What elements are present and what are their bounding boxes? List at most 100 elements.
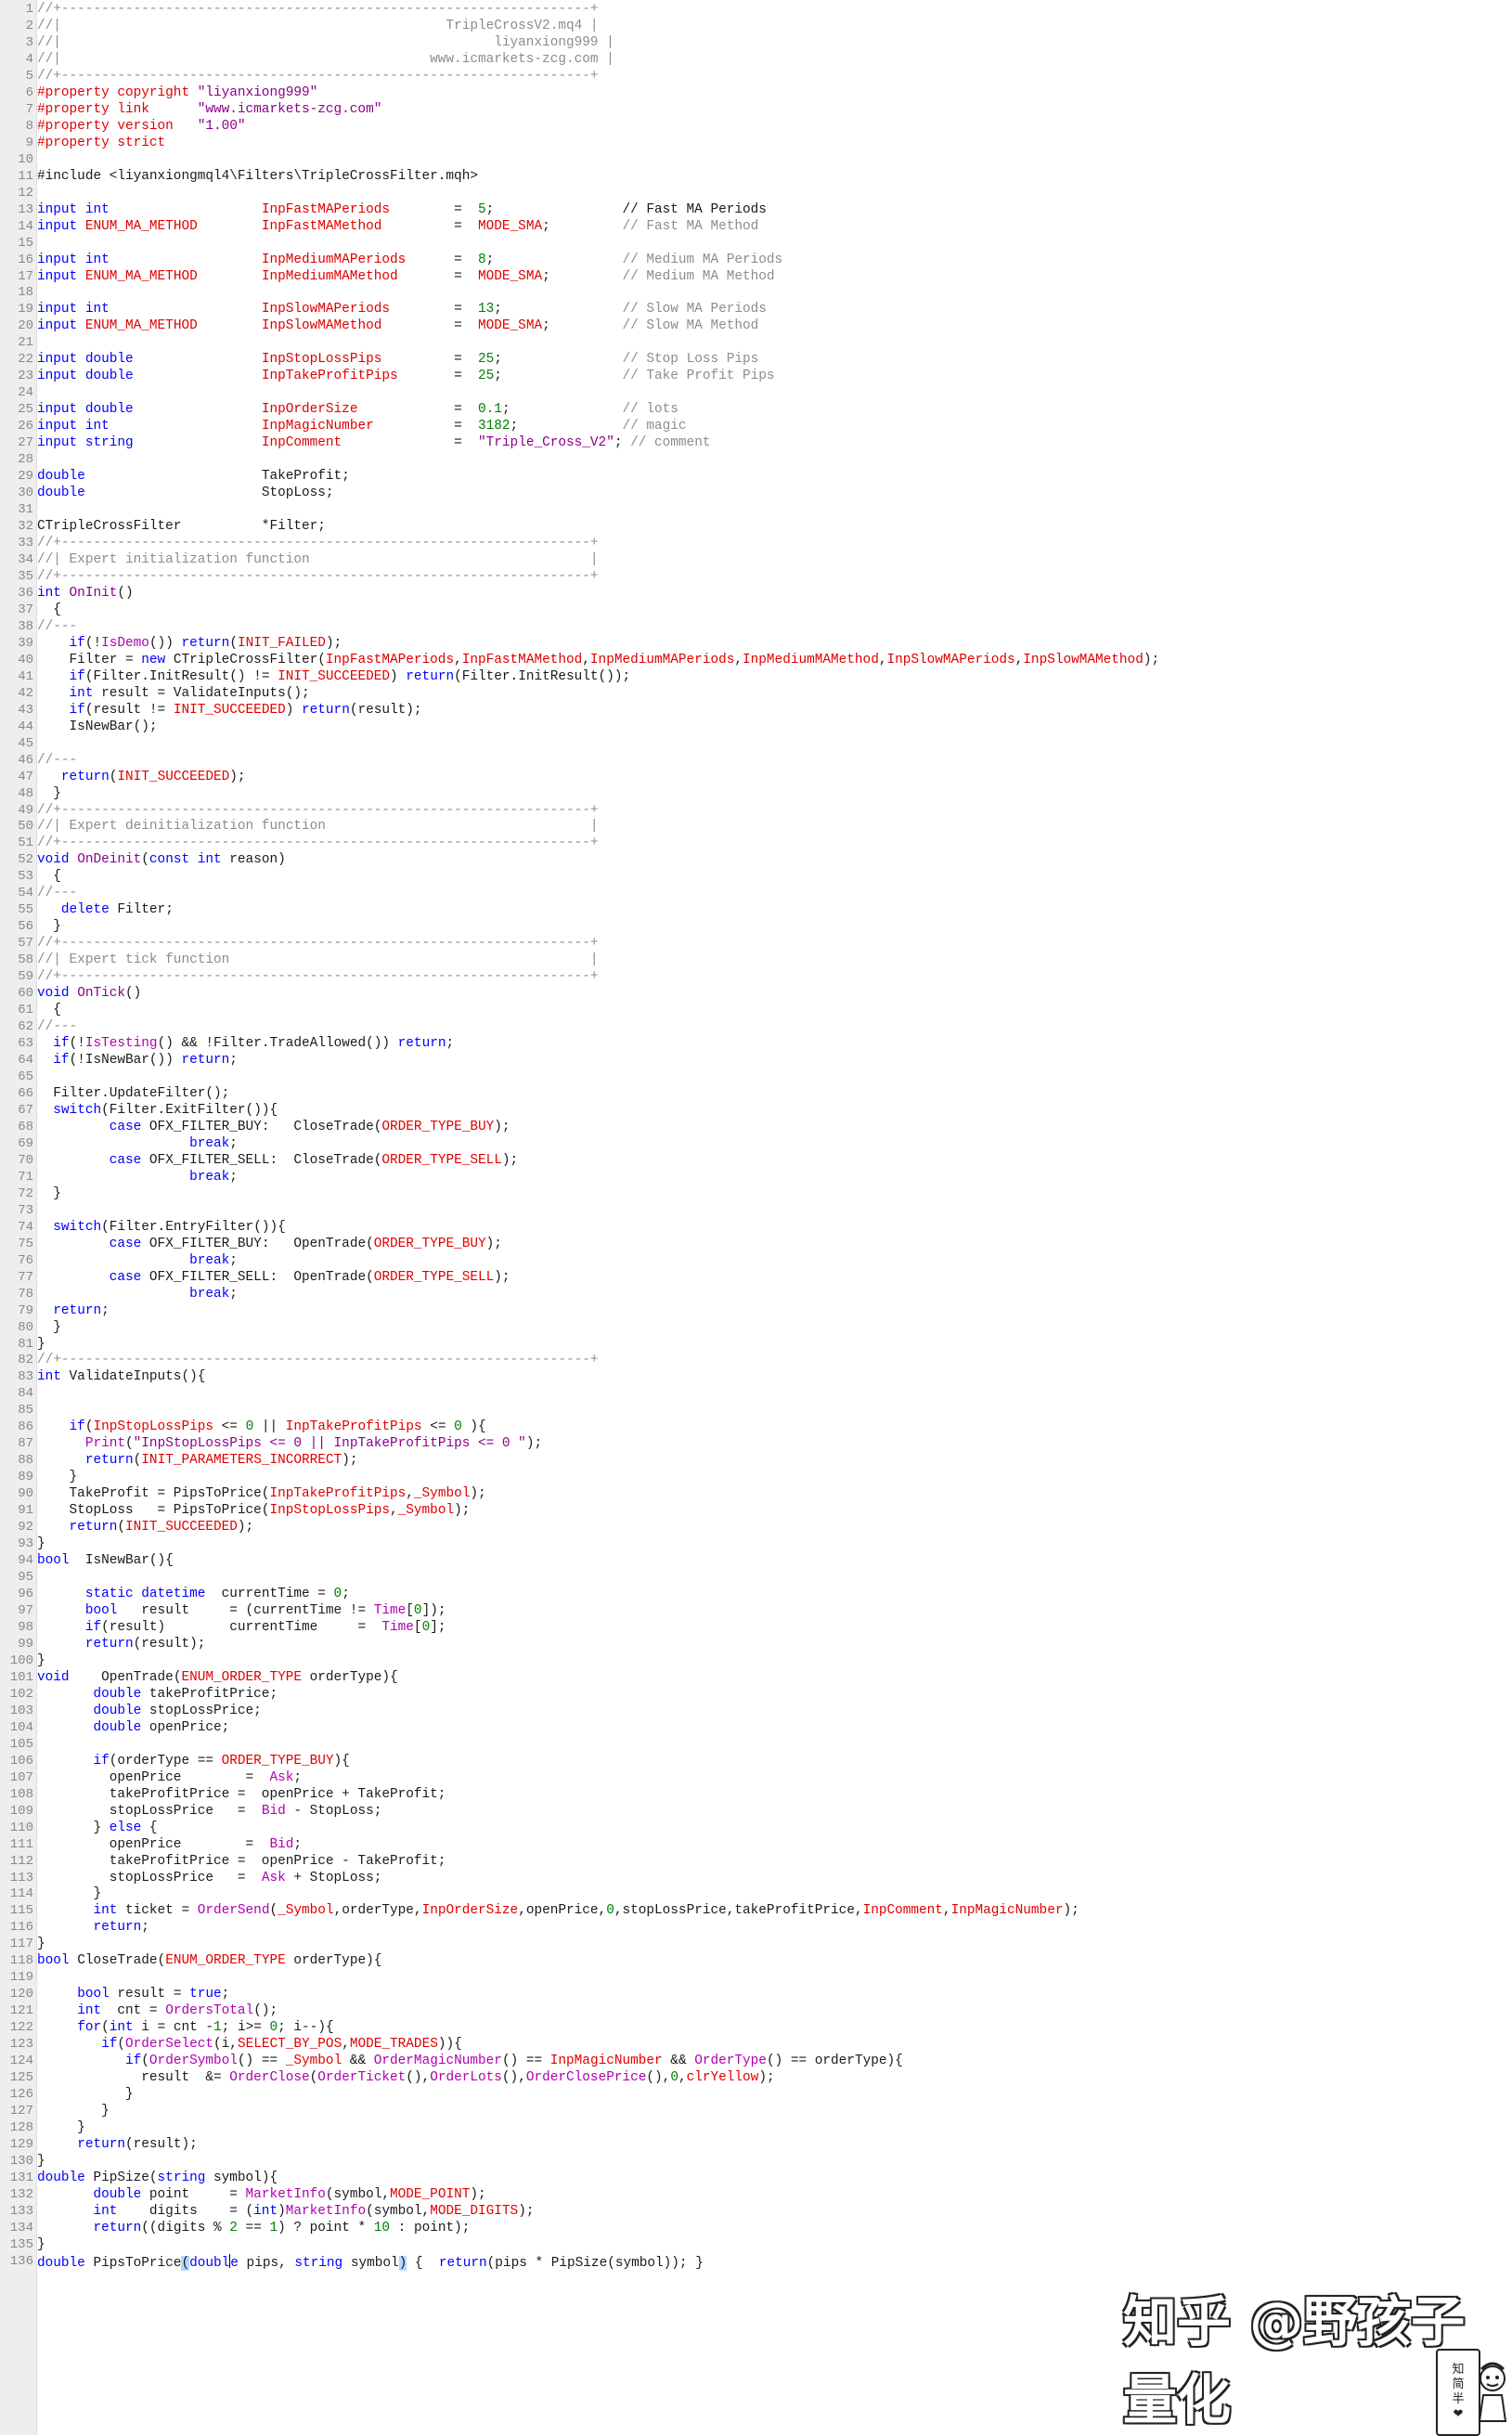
code-line[interactable]: double point = MarketInfo(symbol,MODE_PO… — [37, 2187, 1512, 2204]
code-line[interactable]: double takeProfitPrice; — [37, 1687, 1512, 1704]
code-line[interactable]: input int InpMediumMAPeriods = 8; // Med… — [37, 253, 1512, 269]
code-line[interactable]: for(int i = cnt -1; i>= 0; i--){ — [37, 2020, 1512, 2037]
code-line[interactable]: //| liyanxiong999 | — [37, 35, 1512, 52]
code-line[interactable]: #property link "www.icmarkets-zcg.com" — [37, 102, 1512, 119]
code-line[interactable]: if(orderType == ORDER_TYPE_BUY){ — [37, 1754, 1512, 1770]
code-line[interactable] — [37, 186, 1512, 202]
code-line[interactable]: input double InpOrderSize = 0.1; // lots — [37, 402, 1512, 419]
code-line[interactable]: //| Expert deinitialization function | — [37, 819, 1512, 836]
code-line[interactable]: } — [37, 1653, 1512, 1670]
code-line[interactable]: return(INIT_SUCCEEDED); — [37, 770, 1512, 786]
code-line[interactable]: } — [37, 2237, 1512, 2254]
code-line[interactable]: bool result = true; — [37, 1987, 1512, 2003]
code-line[interactable]: input int InpFastMAPeriods = 5; // Fast … — [37, 202, 1512, 219]
code-line[interactable]: //| TripleCrossV2.mq4 | — [37, 19, 1512, 35]
code-line[interactable]: { — [37, 869, 1512, 886]
code-line[interactable]: case OFX_FILTER_SELL: OpenTrade(ORDER_TY… — [37, 1270, 1512, 1287]
code-line[interactable]: return(INIT_SUCCEEDED); — [37, 1520, 1512, 1536]
code-line[interactable]: input ENUM_MA_METHOD InpFastMAMethod = M… — [37, 219, 1512, 236]
code-line[interactable]: openPrice = Bid; — [37, 1837, 1512, 1854]
code-line[interactable]: } — [37, 1320, 1512, 1337]
code-line[interactable]: double stopLossPrice; — [37, 1704, 1512, 1720]
code-line[interactable]: return(INIT_PARAMETERS_INCORRECT); — [37, 1453, 1512, 1470]
code-line[interactable]: CTripleCrossFilter *Filter; — [37, 519, 1512, 536]
code-line[interactable]: if(InpStopLossPips <= 0 || InpTakeProfit… — [37, 1419, 1512, 1436]
code-line[interactable]: return(result); — [37, 2137, 1512, 2154]
code-line[interactable]: double PipSize(string symbol){ — [37, 2170, 1512, 2187]
code-line[interactable]: stopLossPrice = Ask + StopLoss; — [37, 1871, 1512, 1887]
code-line[interactable]: } — [37, 1886, 1512, 1903]
code-line[interactable]: int OnInit() — [37, 586, 1512, 603]
code-line[interactable]: if(!IsNewBar()) return; — [37, 1053, 1512, 1069]
code-line[interactable]: //--- — [37, 1019, 1512, 1036]
code-line[interactable]: input double InpStopLossPips = 25; // St… — [37, 352, 1512, 369]
code-line[interactable]: return; — [37, 1303, 1512, 1320]
code-line[interactable]: case OFX_FILTER_BUY: CloseTrade(ORDER_TY… — [37, 1120, 1512, 1136]
code-line[interactable]: void OnTick() — [37, 986, 1512, 1003]
code-line[interactable] — [37, 736, 1512, 753]
code-line[interactable]: case OFX_FILTER_BUY: OpenTrade(ORDER_TYP… — [37, 1237, 1512, 1253]
code-line[interactable]: #property strict — [37, 136, 1512, 152]
code-line[interactable]: //| Expert tick function | — [37, 952, 1512, 969]
code-line[interactable]: } — [37, 1470, 1512, 1486]
code-area[interactable]: //+-------------------------------------… — [37, 0, 1512, 2435]
code-line[interactable]: if(OrderSelect(i,SELECT_BY_POS,MODE_TRAD… — [37, 2037, 1512, 2054]
code-line[interactable]: //+-------------------------------------… — [37, 69, 1512, 85]
code-line[interactable]: int ValidateInputs(){ — [37, 1369, 1512, 1386]
code-line[interactable]: } — [37, 786, 1512, 803]
code-line[interactable]: void OpenTrade(ENUM_ORDER_TYPE orderType… — [37, 1670, 1512, 1687]
code-line[interactable]: void OnDeinit(const int reason) — [37, 852, 1512, 869]
code-line[interactable]: //--- — [37, 619, 1512, 636]
code-line[interactable] — [37, 385, 1512, 402]
code-line[interactable]: input int InpMagicNumber = 3182; // magi… — [37, 419, 1512, 435]
code-line[interactable]: openPrice = Ask; — [37, 1770, 1512, 1787]
code-line[interactable]: int digits = (int)MarketInfo(symbol,MODE… — [37, 2204, 1512, 2221]
code-line[interactable]: Print("InpStopLossPips <= 0 || InpTakePr… — [37, 1436, 1512, 1453]
code-line[interactable]: //+-------------------------------------… — [37, 1353, 1512, 1369]
code-line[interactable]: } — [37, 2104, 1512, 2120]
code-line[interactable]: int result = ValidateInputs(); — [37, 686, 1512, 703]
code-line[interactable]: takeProfitPrice = openPrice - TakeProfit… — [37, 1854, 1512, 1871]
code-line[interactable]: } else { — [37, 1821, 1512, 1837]
code-line[interactable]: stopLossPrice = Bid - StopLoss; — [37, 1804, 1512, 1821]
code-line[interactable] — [37, 1386, 1512, 1403]
code-line[interactable]: break; — [37, 1136, 1512, 1153]
code-line[interactable]: input double InpTakeProfitPips = 25; // … — [37, 369, 1512, 385]
code-line[interactable]: //--- — [37, 886, 1512, 902]
code-line[interactable]: #include <liyanxiongmql4\Filters\TripleC… — [37, 169, 1512, 186]
code-line[interactable]: } — [37, 2154, 1512, 2170]
code-line[interactable] — [37, 452, 1512, 469]
code-line[interactable] — [37, 152, 1512, 169]
code-line[interactable]: switch(Filter.ExitFilter()){ — [37, 1103, 1512, 1120]
code-line[interactable]: if(result) currentTime = Time[0]; — [37, 1620, 1512, 1637]
code-line[interactable]: input int InpSlowMAPeriods = 13; // Slow… — [37, 302, 1512, 318]
code-line[interactable]: //+-------------------------------------… — [37, 803, 1512, 820]
code-line[interactable]: if(!IsDemo()) return(INIT_FAILED); — [37, 636, 1512, 653]
code-line[interactable]: break; — [37, 1170, 1512, 1186]
code-line[interactable]: //+-------------------------------------… — [37, 536, 1512, 552]
code-line[interactable]: if(!IsTesting() && !Filter.TradeAllowed(… — [37, 1036, 1512, 1053]
code-line[interactable]: StopLoss = PipsToPrice(InpStopLossPips,_… — [37, 1503, 1512, 1520]
code-line[interactable]: } — [37, 1536, 1512, 1553]
code-line[interactable]: //+-------------------------------------… — [37, 969, 1512, 986]
code-line[interactable]: double TakeProfit; — [37, 469, 1512, 486]
code-line[interactable] — [37, 335, 1512, 352]
code-line[interactable]: double StopLoss; — [37, 486, 1512, 502]
code-line[interactable]: if(Filter.InitResult() != INIT_SUCCEEDED… — [37, 669, 1512, 686]
code-line[interactable]: { — [37, 603, 1512, 619]
code-line[interactable] — [37, 1737, 1512, 1754]
code-line[interactable]: return; — [37, 1920, 1512, 1937]
code-line[interactable]: Filter.UpdateFilter(); — [37, 1086, 1512, 1103]
code-line[interactable]: break; — [37, 1253, 1512, 1270]
code-line[interactable]: #property copyright "liyanxiong999" — [37, 85, 1512, 102]
code-line[interactable] — [37, 1403, 1512, 1419]
code-line[interactable]: double openPrice; — [37, 1720, 1512, 1737]
code-line[interactable]: //| Expert initialization function | — [37, 552, 1512, 569]
code-line[interactable] — [37, 1570, 1512, 1587]
code-line[interactable] — [37, 502, 1512, 519]
code-line[interactable]: if(result != INIT_SUCCEEDED) return(resu… — [37, 703, 1512, 719]
code-line[interactable]: #property version "1.00" — [37, 119, 1512, 136]
code-line[interactable]: takeProfitPrice = openPrice + TakeProfit… — [37, 1787, 1512, 1804]
code-line[interactable]: int cnt = OrdersTotal(); — [37, 2003, 1512, 2020]
code-line[interactable]: double PipsToPrice(double pips, string s… — [37, 2253, 1512, 2271]
